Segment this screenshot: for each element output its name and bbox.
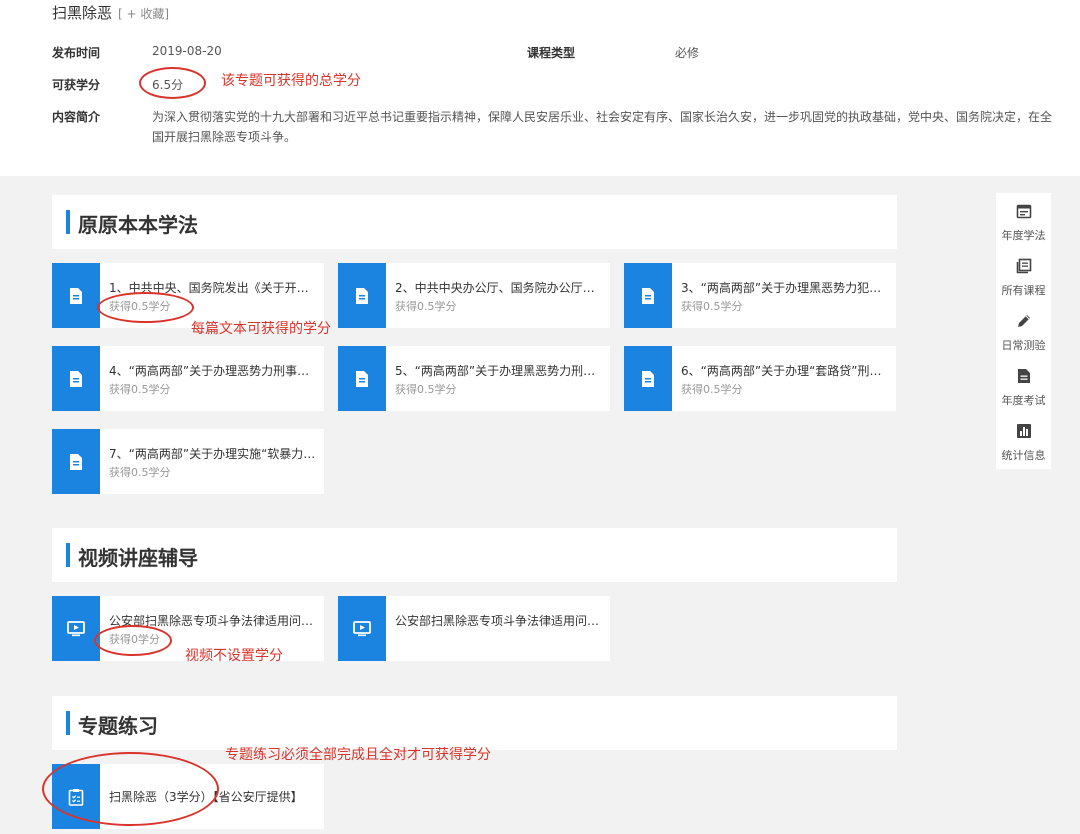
card-title: 公安部扫黑除恶专项斗争法律适用问题解读 (395, 614, 603, 628)
calendar-icon (1016, 203, 1032, 223)
card-credit: 获得0.5学分 (681, 383, 743, 396)
card-title: 6、“两高两部”关于办理“套路贷”刑事案件 (681, 364, 889, 378)
section-header-video: 视频讲座辅导 (52, 528, 897, 582)
section-accent-bar (66, 711, 70, 735)
video-icon (52, 596, 100, 661)
document-icon (52, 346, 100, 411)
card-credit: 获得0.5学分 (395, 300, 457, 313)
document-icon (338, 263, 386, 328)
card-credit: 获得0.5学分 (681, 300, 743, 313)
sidebar-item-annual-study[interactable]: 年度学法 (996, 195, 1051, 250)
sidebar-item-all-courses[interactable]: 所有课程 (996, 250, 1051, 305)
document-icon (624, 263, 672, 328)
page-title: 扫黑除恶 [ + 收藏] (52, 2, 169, 23)
annotation-exercise-rule: 专题练习必须全部完成且全对才可获得学分 (225, 747, 491, 763)
annotation-circle (42, 752, 219, 826)
section-title: 原原本本学法 (78, 213, 198, 237)
card-title: 7、“两高两部”关于办理实施“软暴力”的刑事案件 (109, 447, 317, 461)
video-icon (338, 596, 386, 661)
chart-icon (1016, 423, 1032, 443)
document-icon (624, 346, 672, 411)
law-item-card[interactable]: 2、中共中央办公厅、国务院办公厅印发 获得0.5学分 (338, 263, 610, 328)
card-title: 4、“两高两部”关于办理恶势力刑事案件 (109, 364, 317, 378)
annotation-circle (139, 67, 206, 99)
sidebar-label: 所有课程 (1001, 283, 1046, 297)
card-credit: 获得0.5学分 (109, 383, 171, 396)
law-item-card[interactable]: 7、“两高两部”关于办理实施“软暴力”的刑事案件 获得0.5学分 (52, 429, 324, 494)
law-item-card[interactable]: 6、“两高两部”关于办理“套路贷”刑事案件 获得0.5学分 (624, 346, 896, 411)
card-credit: 获得0.5学分 (109, 466, 171, 479)
annotation-per-text: 每篇文本可获得的学分 (191, 321, 331, 337)
sidebar-label: 统计信息 (1001, 448, 1046, 462)
sidebar-item-statistics[interactable]: 统计信息 (996, 415, 1051, 470)
course-type-value: 必修 (675, 46, 700, 60)
law-item-card[interactable]: 5、“两高两部”关于办理黑恶势力刑事案件 获得0.5学分 (338, 346, 610, 411)
section-header-exercise: 专题练习 (52, 696, 897, 750)
favorite-button[interactable]: [ + 收藏] (118, 7, 169, 21)
annotation-circle (97, 292, 194, 323)
sidebar-item-daily-quiz[interactable]: 日常测验 (996, 305, 1051, 360)
video-item-card[interactable]: 公安部扫黑除恶专项斗争法律适用问题解读 (338, 596, 610, 661)
intro-label: 内容简介 (52, 110, 101, 124)
sidebar-label: 日常测验 (1001, 338, 1046, 352)
annotation-circle (94, 625, 172, 656)
law-item-card[interactable]: 3、“两高两部”关于办理黑恶势力犯罪案件 获得0.5学分 (624, 263, 896, 328)
document-icon (52, 429, 100, 494)
card-title: 3、“两高两部”关于办理黑恶势力犯罪案件 (681, 281, 889, 295)
sidebar-label: 年度考试 (1001, 393, 1046, 407)
card-title: 2、中共中央办公厅、国务院办公厅印发 (395, 281, 603, 295)
annotation-video-credit: 视频不设置学分 (185, 648, 283, 664)
courses-icon (1016, 258, 1032, 278)
annotation-total-credit: 该专题可获得的总学分 (221, 73, 361, 89)
document-icon (1017, 368, 1031, 388)
law-item-card[interactable]: 4、“两高两部”关于办理恶势力刑事案件 获得0.5学分 (52, 346, 324, 411)
intro-text: 为深入贯彻落实党的十九大部署和习近平总书记重要指示精神，保障人民安居乐业、社会安… (152, 110, 1053, 144)
section-title: 专题练习 (78, 714, 158, 738)
sidebar-label: 年度学法 (1001, 228, 1046, 242)
sidebar-item-annual-exam[interactable]: 年度考试 (996, 360, 1051, 415)
document-icon (338, 346, 386, 411)
publish-time-value: 2019-08-20 (152, 44, 222, 58)
document-icon (52, 263, 100, 328)
publish-time-label: 发布时间 (52, 46, 101, 60)
pencil-icon (1016, 313, 1032, 333)
credit-label: 可获学分 (52, 78, 101, 92)
card-title: 5、“两高两部”关于办理黑恶势力刑事案件 (395, 364, 603, 378)
course-title: 扫黑除恶 (52, 4, 113, 22)
right-sidebar: 年度学法 所有课程 日常测验 年度考试 统计信息 (996, 193, 1051, 469)
section-accent-bar (66, 210, 70, 234)
section-accent-bar (66, 543, 70, 567)
section-title: 视频讲座辅导 (78, 546, 198, 570)
card-credit: 获得0.5学分 (395, 383, 457, 396)
course-type-label: 课程类型 (527, 46, 576, 60)
section-header-law-study: 原原本本学法 (52, 195, 897, 249)
